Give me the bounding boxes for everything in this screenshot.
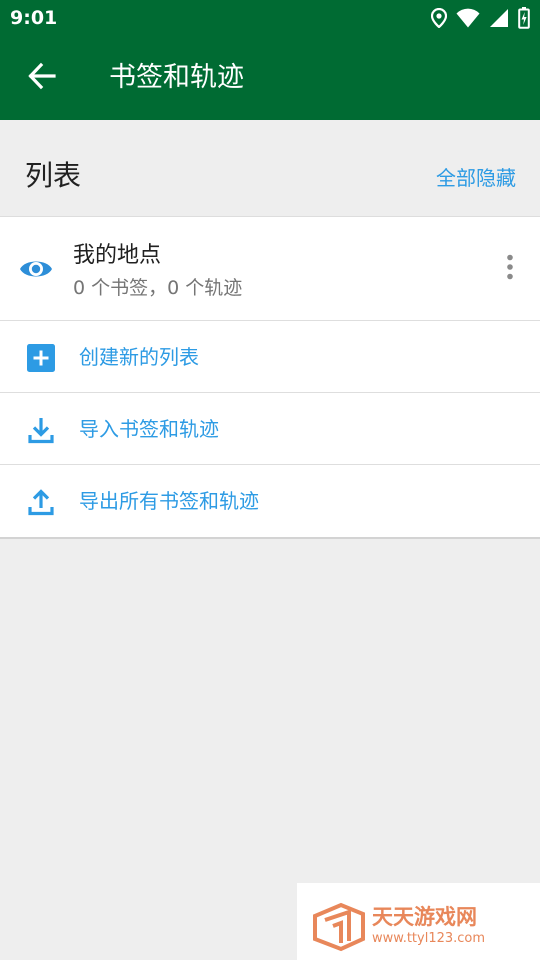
- more-options-button[interactable]: [494, 249, 526, 289]
- status-icons: [431, 7, 530, 29]
- add-box-icon: [26, 343, 56, 373]
- app-bar: 书签和轨迹: [0, 36, 540, 120]
- export-label: 导出所有书签和轨迹: [79, 489, 259, 513]
- watermark-logo-icon: [313, 902, 365, 952]
- back-button[interactable]: [20, 56, 64, 100]
- watermark: 天天游戏网 www.ttyl123.com: [297, 883, 540, 960]
- battery-icon: [518, 7, 530, 29]
- eye-icon[interactable]: [19, 256, 53, 282]
- bookmark-list-title: 我的地点: [73, 243, 162, 268]
- status-bar: 9:01: [0, 0, 540, 36]
- import-row[interactable]: 导入书签和轨迹: [0, 393, 540, 465]
- download-icon: [26, 415, 56, 445]
- watermark-name: 天天游戏网: [372, 905, 477, 929]
- bookmark-list-subtitle: 0 个书签，0 个轨迹: [73, 277, 243, 299]
- export-row[interactable]: 导出所有书签和轨迹: [0, 465, 540, 537]
- create-list-row[interactable]: 创建新的列表: [0, 321, 540, 393]
- status-time: 9:01: [10, 7, 58, 29]
- lists-section-header: 列表 全部隐藏: [0, 120, 540, 216]
- section-title: 列表: [25, 159, 82, 192]
- watermark-url: www.ttyl123.com: [372, 931, 485, 946]
- page-title: 书签和轨迹: [109, 62, 244, 93]
- import-label: 导入书签和轨迹: [79, 417, 219, 441]
- lists-card: 我的地点 0 个书签，0 个轨迹 创建新的列表 导入书签和轨迹 导出所有书签和轨…: [0, 216, 540, 539]
- wifi-icon: [456, 8, 480, 28]
- hide-all-button[interactable]: 全部隐藏: [436, 164, 516, 192]
- location-icon: [431, 8, 447, 28]
- upload-icon: [26, 487, 56, 517]
- create-list-label: 创建新的列表: [79, 345, 199, 369]
- arrow-back-icon: [28, 62, 56, 94]
- bookmark-list-row[interactable]: 我的地点 0 个书签，0 个轨迹: [0, 217, 540, 321]
- signal-icon: [489, 8, 509, 28]
- more-vert-icon: [506, 254, 514, 284]
